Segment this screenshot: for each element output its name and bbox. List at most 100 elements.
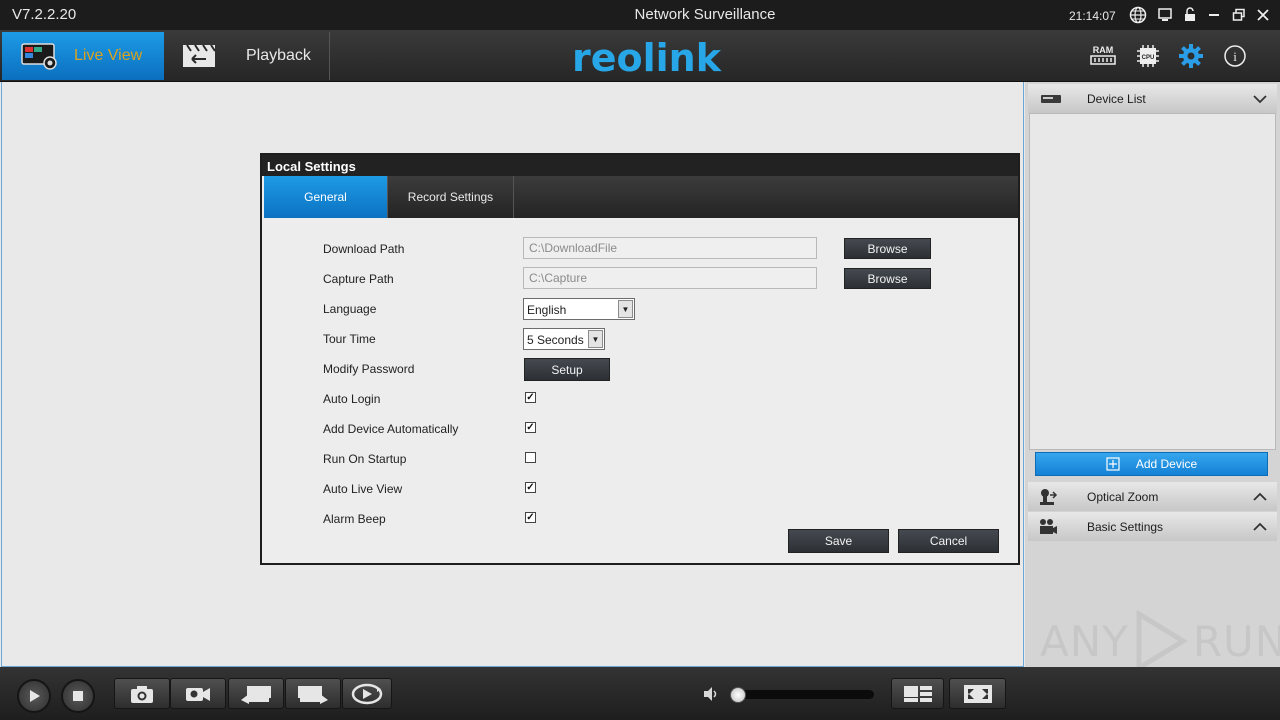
cpu-text: CPU: [1142, 55, 1155, 61]
alarm-beep-checkbox[interactable]: ✓: [525, 512, 536, 523]
ram-icon[interactable]: RAM: [1088, 42, 1118, 70]
video-camera-icon: [186, 687, 210, 701]
minimize-icon[interactable]: [1204, 5, 1224, 25]
chevron-up-icon: [1253, 522, 1267, 532]
title-bar: V7.2.2.20 Network Surveillance 21:14:07: [0, 0, 1280, 30]
bottom-control-bar: [0, 667, 1280, 720]
right-panel: Device List Add Device Optical Zoom Basi…: [1025, 82, 1280, 667]
stop-icon: [73, 691, 83, 701]
add-device-label: Add Device: [1135, 457, 1198, 471]
info-icon[interactable]: i: [1220, 42, 1250, 70]
tour-time-select[interactable]: 5 Seconds ▼: [523, 328, 605, 350]
live-view-label: Live View: [74, 47, 143, 64]
app-version: V7.2.2.20: [12, 6, 77, 23]
plus-box-icon: [1106, 457, 1120, 471]
watermark-right: RUN: [1192, 616, 1280, 666]
capture-path-label: Capture Path: [323, 272, 394, 286]
chevron-down-icon: ▼: [618, 300, 633, 318]
volume-slider-handle[interactable]: [730, 687, 746, 703]
language-value: English: [527, 303, 567, 317]
monitor-icon[interactable]: [1155, 5, 1175, 25]
download-browse-button[interactable]: Browse: [844, 238, 931, 259]
play-triangle-icon: [1133, 610, 1189, 672]
chevron-up-icon: [1253, 492, 1267, 502]
ram-text: RAM: [1093, 45, 1114, 55]
main-navbar: Live View Playback reolink RAM CPU i: [0, 30, 1280, 82]
play-button[interactable]: [17, 679, 51, 713]
snapshot-button[interactable]: [114, 678, 170, 709]
volume-slider-track[interactable]: [734, 690, 874, 699]
download-path-input[interactable]: [523, 237, 817, 259]
close-icon[interactable]: [1253, 5, 1273, 25]
device-list-box: [1029, 113, 1276, 450]
tab-general[interactable]: General: [264, 176, 388, 218]
live-view-icon: [20, 41, 60, 71]
tab-playback[interactable]: Playback: [170, 32, 330, 80]
dialog-tab-bar: General Record Settings: [264, 176, 1018, 218]
tab-live-view[interactable]: Live View: [2, 32, 164, 80]
volume-icon[interactable]: [702, 686, 720, 702]
dialog-title: Local Settings: [262, 155, 1018, 176]
fullscreen-icon: [963, 684, 992, 703]
basic-settings-label: Basic Settings: [1087, 519, 1164, 534]
chevron-down-icon: ▼: [588, 330, 603, 348]
capture-browse-button[interactable]: Browse: [844, 268, 931, 289]
globe-icon[interactable]: [1128, 5, 1148, 25]
camera-icon: [131, 685, 153, 703]
next-page-button[interactable]: [285, 678, 341, 709]
add-device-button[interactable]: Add Device: [1035, 452, 1268, 476]
ptz-icon: [1038, 487, 1058, 507]
grid-layout-icon: [903, 685, 932, 702]
auto-live-view-label: Auto Live View: [323, 482, 403, 496]
capture-path-input[interactable]: [523, 267, 817, 289]
tab-record-settings[interactable]: Record Settings: [388, 176, 514, 218]
fullscreen-button[interactable]: [949, 678, 1006, 709]
basic-settings-header[interactable]: Basic Settings: [1028, 512, 1277, 541]
run-on-startup-checkbox[interactable]: [525, 452, 536, 463]
watermark-left: ANY: [1040, 616, 1129, 666]
reolink-logo: reolink: [572, 36, 721, 80]
optical-zoom-label: Optical Zoom: [1087, 489, 1159, 504]
tour-time-label: Tour Time: [323, 332, 376, 346]
cpu-icon[interactable]: CPU: [1133, 42, 1163, 70]
device-list-label: Device List: [1087, 91, 1146, 106]
nvr-icon: [1040, 92, 1062, 106]
record-button[interactable]: [170, 678, 226, 709]
previous-page-button[interactable]: [228, 678, 284, 709]
playback-icon: [180, 42, 218, 70]
language-select[interactable]: English ▼: [523, 298, 635, 320]
add-device-auto-checkbox[interactable]: ✓: [525, 422, 536, 433]
language-label: Language: [323, 302, 377, 316]
setup-password-button[interactable]: Setup: [524, 358, 610, 381]
save-button[interactable]: Save: [788, 529, 889, 553]
optical-zoom-header[interactable]: Optical Zoom: [1028, 482, 1277, 511]
modify-password-label: Modify Password: [323, 362, 415, 376]
auto-live-view-checkbox[interactable]: ✓: [525, 482, 536, 493]
layout-button[interactable]: [891, 678, 944, 709]
camera-settings-icon: [1038, 518, 1058, 536]
tour-cycle-icon: [351, 683, 383, 704]
auto-login-label: Auto Login: [323, 392, 381, 406]
arrow-right-icon: [298, 685, 328, 704]
cancel-button[interactable]: Cancel: [898, 529, 999, 553]
local-settings-dialog: Local Settings General Record Settings D…: [260, 153, 1020, 565]
device-list-header[interactable]: Device List: [1028, 84, 1277, 113]
play-icon: [30, 690, 40, 702]
tour-time-value: 5 Seconds: [527, 333, 584, 347]
anyrun-watermark: ANY RUN: [1040, 610, 1280, 672]
lock-icon[interactable]: [1180, 5, 1200, 25]
chevron-down-icon: [1253, 94, 1267, 104]
gear-icon[interactable]: [1176, 42, 1206, 70]
alarm-beep-label: Alarm Beep: [323, 512, 386, 526]
info-glyph: i: [1233, 49, 1237, 64]
download-path-label: Download Path: [323, 242, 405, 256]
playback-label: Playback: [246, 47, 311, 64]
stop-button[interactable]: [61, 679, 95, 713]
restore-icon[interactable]: [1229, 5, 1249, 25]
run-on-startup-label: Run On Startup: [323, 452, 407, 466]
tour-button[interactable]: [342, 678, 392, 709]
auto-login-checkbox[interactable]: ✓: [525, 392, 536, 403]
arrow-left-icon: [241, 685, 271, 704]
clock: 21:14:07: [1069, 9, 1116, 23]
add-device-auto-label: Add Device Automatically: [323, 422, 459, 436]
